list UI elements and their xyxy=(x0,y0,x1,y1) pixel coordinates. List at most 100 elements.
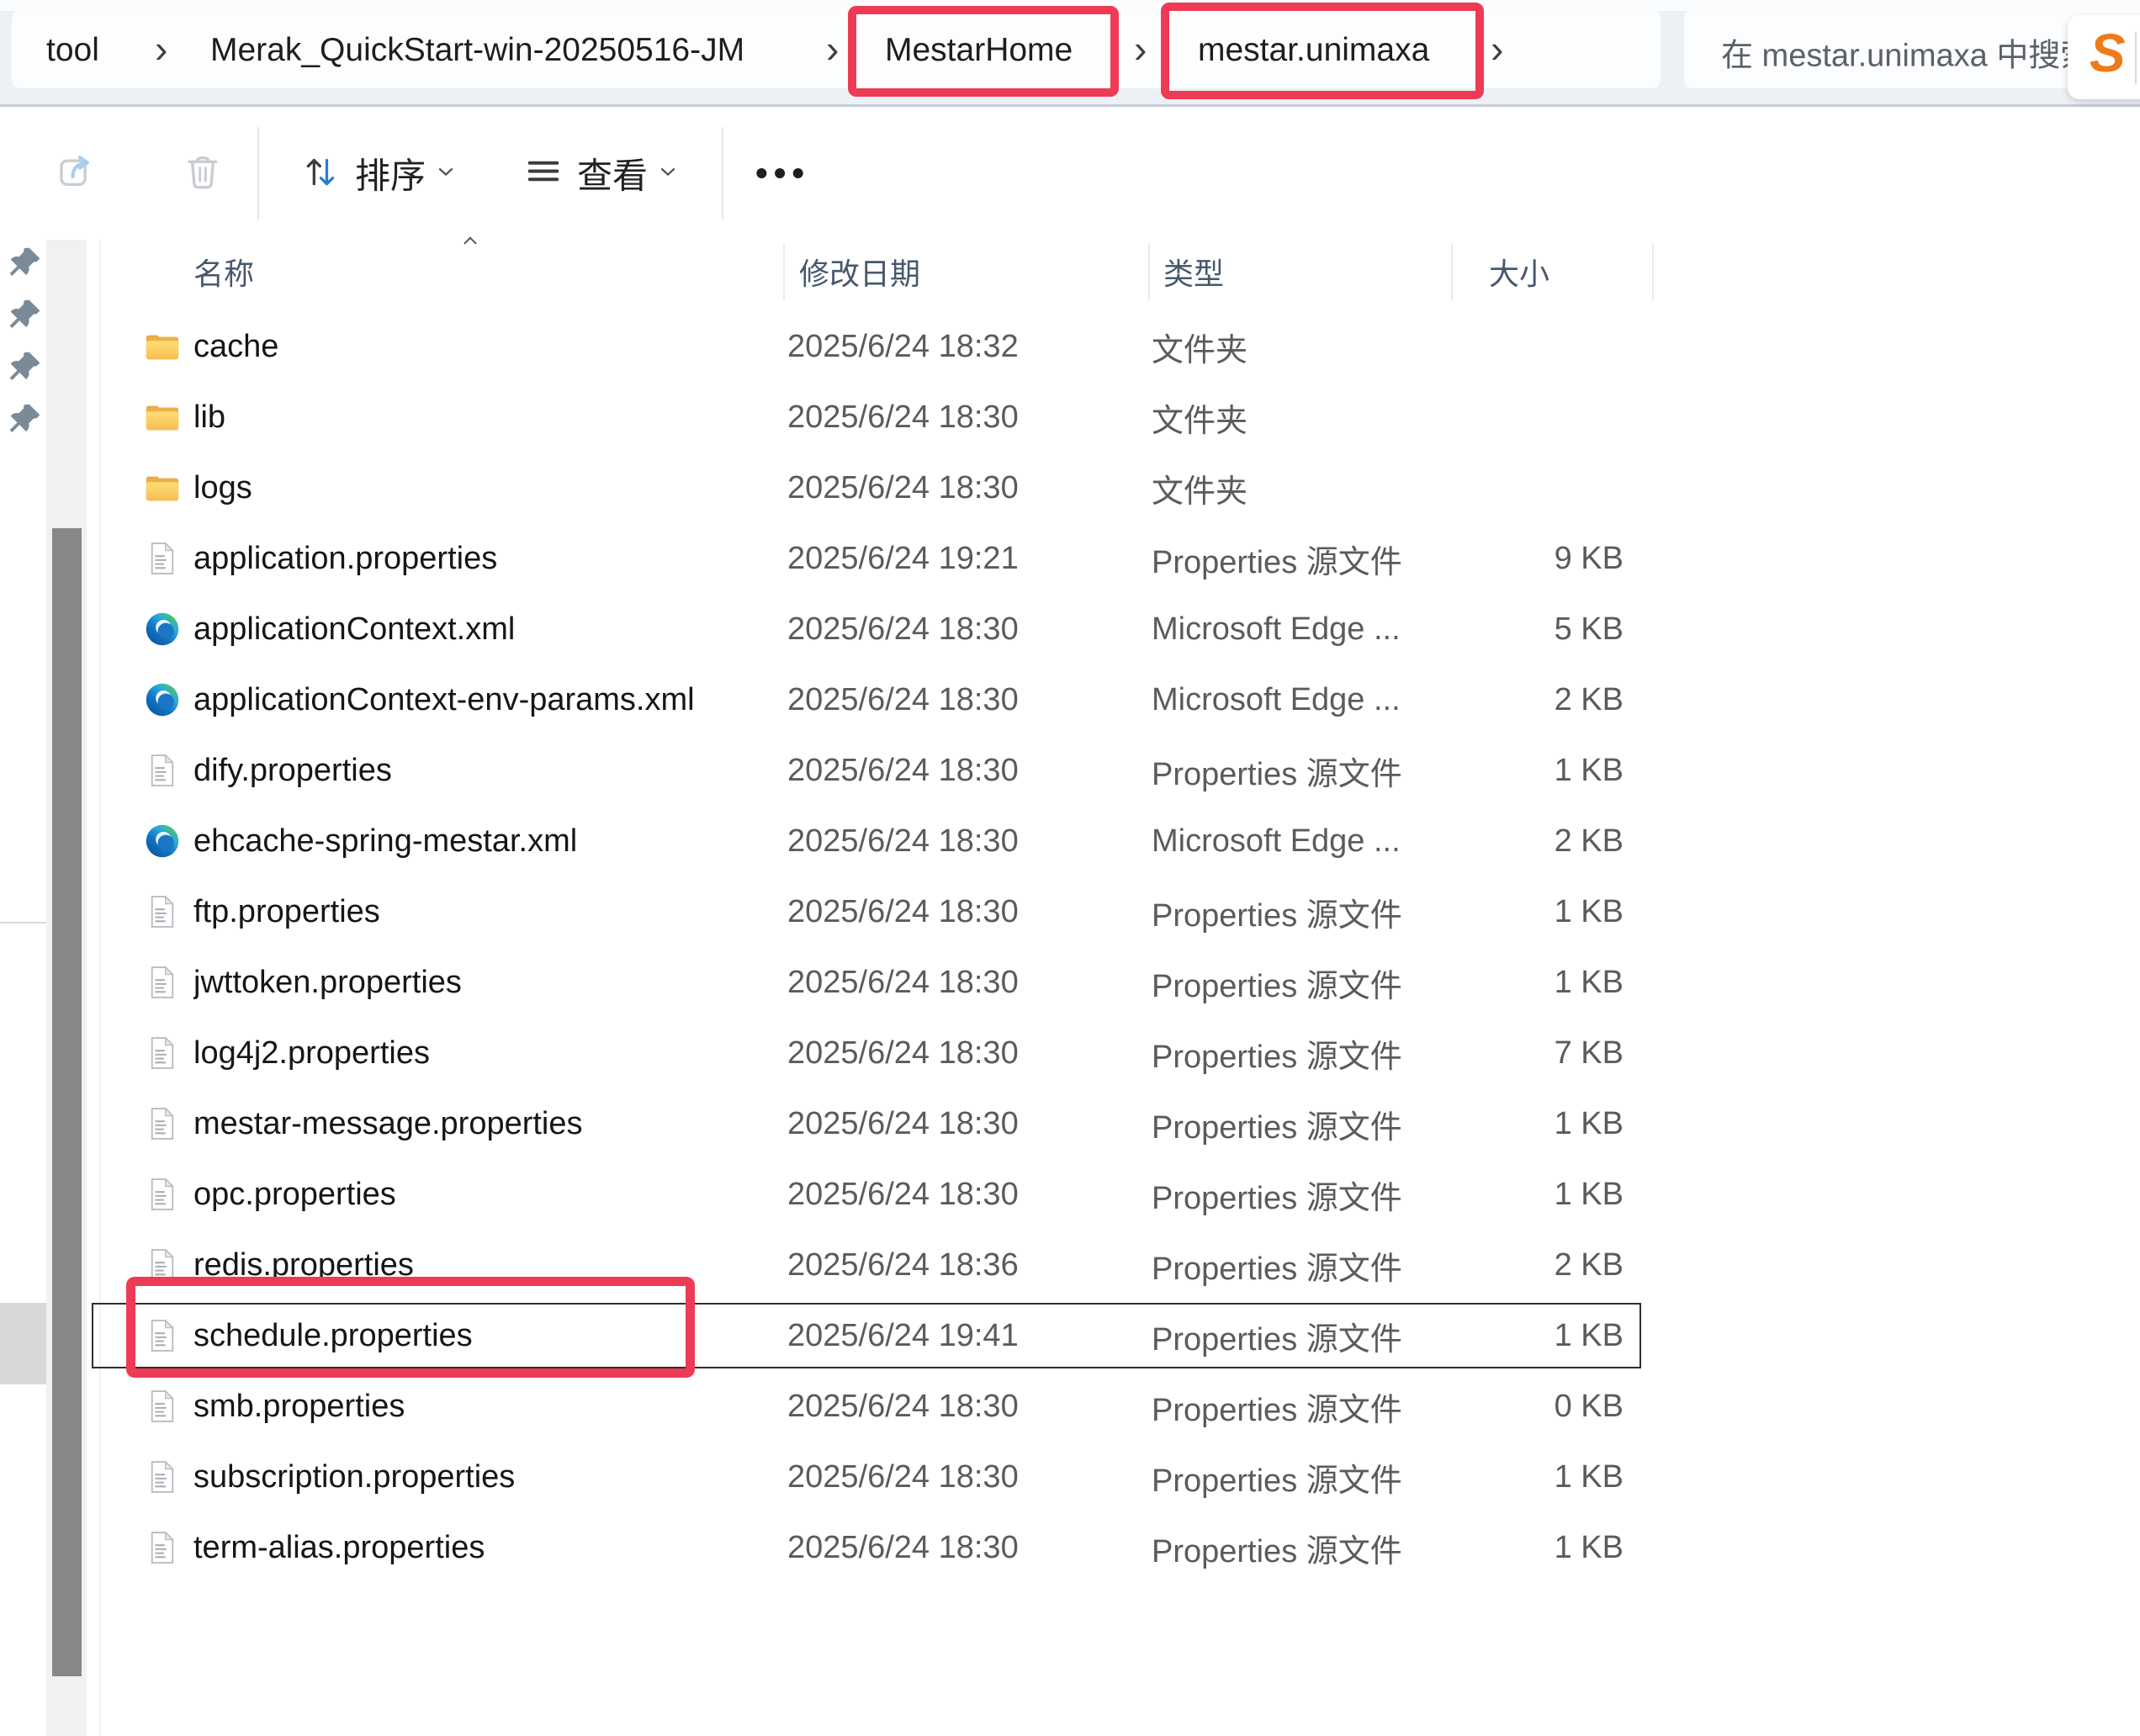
file-row[interactable]: lib 2025/6/24 18:30 文件夹 xyxy=(89,382,1644,453)
file-row[interactable]: ftp.properties 2025/6/24 18:30 Propertie… xyxy=(89,876,1644,947)
file-name: redis.properties xyxy=(193,1247,787,1283)
view-button[interactable]: 查看 xyxy=(522,148,680,199)
file-row[interactable]: ehcache-spring-mestar.xml 2025/6/24 18:3… xyxy=(89,806,1644,876)
text-icon xyxy=(143,892,182,931)
file-size: 1 KB xyxy=(1423,894,1629,930)
file-type: Properties 源文件 xyxy=(1152,536,1423,582)
file-row[interactable]: opc.properties 2025/6/24 18:30 Propertie… xyxy=(89,1159,1644,1230)
ime-indicator[interactable]: S xyxy=(2068,15,2140,99)
sort-button-label: 排序 xyxy=(355,148,426,199)
file-size: 2 KB xyxy=(1423,1247,1629,1283)
file-size: 0 KB xyxy=(1423,1389,1629,1425)
file-row[interactable]: jwttoken.properties 2025/6/24 18:30 Prop… xyxy=(89,947,1644,1018)
file-type: 文件夹 xyxy=(1152,394,1423,441)
file-date-modified: 2025/6/24 18:30 xyxy=(787,682,1152,718)
share-button[interactable] xyxy=(54,149,99,198)
file-name: subscription.properties xyxy=(193,1459,787,1495)
column-header-type[interactable]: 类型 xyxy=(1163,250,1224,294)
scrollbar-thumb[interactable] xyxy=(52,528,82,1676)
file-row[interactable]: applicationContext.xml 2025/6/24 18:30 M… xyxy=(89,594,1644,664)
file-row[interactable]: application.properties 2025/6/24 19:21 P… xyxy=(89,523,1644,594)
file-date-modified: 2025/6/24 18:30 xyxy=(787,1177,1152,1213)
column-header-row: 名称 修改日期 类型 大小 xyxy=(89,240,1662,304)
file-row[interactable]: mestar-message.properties 2025/6/24 18:3… xyxy=(89,1088,1644,1159)
text-icon xyxy=(143,1104,182,1143)
pin-icon[interactable] xyxy=(7,348,44,389)
more-options-button[interactable]: ••• xyxy=(755,153,810,193)
file-date-modified: 2025/6/24 18:30 xyxy=(787,894,1152,930)
file-date-modified: 2025/6/24 18:30 xyxy=(787,611,1152,648)
pin-icon[interactable] xyxy=(7,400,44,442)
text-icon xyxy=(143,751,182,790)
file-type: Properties 源文件 xyxy=(1152,1454,1423,1500)
file-type: Properties 源文件 xyxy=(1152,1384,1423,1430)
file-explorer-window: › tool › Merak_QuickStart-win-20250516-J… xyxy=(0,0,2140,1736)
breadcrumb-separator-icon: › xyxy=(1134,26,1147,71)
file-row[interactable]: log4j2.properties 2025/6/24 18:30 Proper… xyxy=(89,1018,1644,1088)
text-icon xyxy=(143,539,182,578)
breadcrumb-item-tool[interactable]: tool xyxy=(46,32,99,69)
file-date-modified: 2025/6/24 18:32 xyxy=(787,329,1152,365)
file-date-modified: 2025/6/24 18:30 xyxy=(787,1459,1152,1495)
file-size: 1 KB xyxy=(1423,1318,1629,1354)
file-name: lib xyxy=(193,400,787,436)
file-name: cache xyxy=(193,329,787,365)
sort-button[interactable]: 排序 xyxy=(299,148,458,199)
text-icon xyxy=(143,963,182,1002)
column-divider[interactable] xyxy=(1451,243,1453,300)
file-list: cache 2025/6/24 18:32 文件夹 lib 2025/6/24 … xyxy=(89,311,1644,1583)
file-type: Properties 源文件 xyxy=(1152,1101,1423,1147)
edge-icon xyxy=(143,680,182,719)
pin-icon[interactable] xyxy=(7,296,44,337)
file-name: application.properties xyxy=(193,541,787,577)
column-divider[interactable] xyxy=(1652,243,1654,300)
file-row[interactable]: redis.properties 2025/6/24 18:36 Propert… xyxy=(89,1230,1644,1300)
file-type: Properties 源文件 xyxy=(1152,889,1423,935)
chevron-down-icon xyxy=(434,160,458,188)
column-divider[interactable] xyxy=(783,243,785,300)
file-row[interactable]: dify.properties 2025/6/24 18:30 Properti… xyxy=(89,735,1644,806)
file-type: Properties 源文件 xyxy=(1152,1313,1423,1359)
column-header-name[interactable]: 名称 xyxy=(193,250,254,294)
breadcrumb-item-mestar-unimaxa[interactable]: mestar.unimaxa xyxy=(1198,32,1429,69)
file-row[interactable]: schedule.properties 2025/6/24 19:41 Prop… xyxy=(89,1300,1644,1371)
file-row[interactable]: subscription.properties 2025/6/24 18:30 … xyxy=(89,1442,1644,1512)
file-date-modified: 2025/6/24 18:30 xyxy=(787,823,1152,860)
file-name: opc.properties xyxy=(193,1177,787,1213)
file-name: schedule.properties xyxy=(193,1318,787,1354)
file-type: 文件夹 xyxy=(1152,324,1423,370)
file-row[interactable]: term-alias.properties 2025/6/24 18:30 Pr… xyxy=(89,1512,1644,1583)
file-date-modified: 2025/6/24 18:36 xyxy=(787,1247,1152,1283)
file-type: Properties 源文件 xyxy=(1152,960,1423,1006)
view-button-label: 查看 xyxy=(577,148,648,199)
file-date-modified: 2025/6/24 18:30 xyxy=(787,400,1152,436)
text-icon xyxy=(143,1034,182,1072)
file-date-modified: 2025/6/24 18:30 xyxy=(787,965,1152,1001)
folder-icon xyxy=(143,398,182,437)
column-divider[interactable] xyxy=(1148,243,1150,300)
breadcrumb-item-mestarhome[interactable]: MestarHome xyxy=(885,32,1073,69)
text-icon xyxy=(143,1316,182,1355)
file-row[interactable]: logs 2025/6/24 18:30 文件夹 xyxy=(89,453,1644,523)
file-row[interactable]: smb.properties 2025/6/24 18:30 Propertie… xyxy=(89,1371,1644,1442)
file-name: dify.properties xyxy=(193,753,787,789)
breadcrumb-separator-icon: › xyxy=(1491,26,1503,71)
file-type: Properties 源文件 xyxy=(1152,1525,1423,1571)
column-header-size[interactable]: 大小 xyxy=(1489,250,1549,294)
column-header-date[interactable]: 修改日期 xyxy=(799,250,920,294)
file-size: 1 KB xyxy=(1423,1177,1629,1213)
pin-icon[interactable] xyxy=(7,244,44,285)
folder-icon xyxy=(143,468,182,507)
text-icon xyxy=(143,1528,182,1567)
breadcrumb-item-merak-quickstart[interactable]: Merak_QuickStart-win-20250516-JM xyxy=(210,32,744,69)
text-icon xyxy=(143,1246,182,1284)
text-icon xyxy=(143,1387,182,1426)
delete-button[interactable] xyxy=(180,149,225,198)
file-row[interactable]: cache 2025/6/24 18:32 文件夹 xyxy=(89,311,1644,382)
file-type: Microsoft Edge ... xyxy=(1152,682,1423,718)
file-name: ftp.properties xyxy=(193,894,787,930)
file-size: 2 KB xyxy=(1423,682,1629,718)
file-row[interactable]: applicationContext-env-params.xml 2025/6… xyxy=(89,664,1644,735)
divider xyxy=(257,127,259,220)
chevron-down-icon xyxy=(656,160,680,188)
